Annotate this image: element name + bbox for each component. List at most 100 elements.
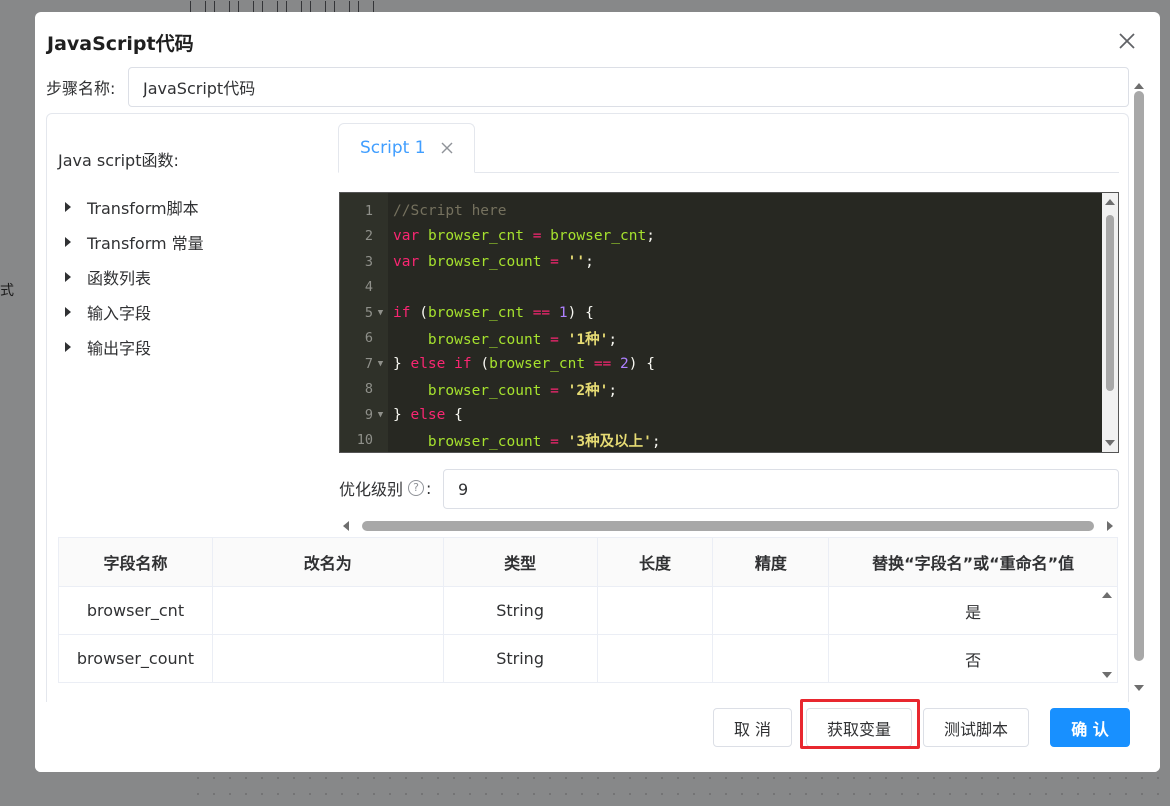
fold-arrow-icon[interactable]: ▼ bbox=[373, 410, 388, 420]
code-text: browser_count = '2种'; bbox=[427, 382, 618, 399]
column-header: 替换“字段名”或“重命名”值 bbox=[828, 537, 1118, 587]
help-icon[interactable]: ? bbox=[408, 480, 425, 496]
horizontal-scrollbar[interactable] bbox=[343, 519, 1113, 533]
scroll-down-icon[interactable] bbox=[1102, 672, 1112, 678]
tree-item-function-list[interactable]: 函数列表 bbox=[65, 259, 204, 294]
code-line: 3 var browser_count = ''; bbox=[340, 249, 1100, 275]
close-icon bbox=[1119, 33, 1135, 49]
tree-item-label: 输入字段 bbox=[87, 303, 152, 323]
table-scrollbar[interactable] bbox=[1099, 586, 1115, 684]
editor-scrollbar[interactable] bbox=[1102, 193, 1118, 452]
tab-script-1[interactable]: Script 1 bbox=[338, 123, 475, 173]
scroll-thumb[interactable] bbox=[1134, 91, 1144, 661]
code-line: 1 //Script here bbox=[340, 198, 1100, 224]
tree-item-transform-script[interactable]: Transform脚本 bbox=[65, 189, 204, 224]
table-cell[interactable]: 是 bbox=[828, 586, 1118, 635]
table-cell[interactable] bbox=[712, 634, 830, 683]
line-number: 2 bbox=[364, 228, 373, 245]
line-number: 5 bbox=[364, 304, 373, 321]
tree-item-input-fields[interactable]: 输入字段 bbox=[65, 294, 204, 329]
tree-item-transform-constants[interactable]: Transform 常量 bbox=[65, 224, 204, 259]
column-header: 类型 bbox=[442, 537, 598, 587]
scroll-down-icon[interactable] bbox=[1134, 685, 1144, 691]
line-number: 3 bbox=[364, 253, 373, 270]
tree-item-label: Transform 常量 bbox=[87, 233, 204, 253]
functions-title: Java script函数: bbox=[58, 151, 179, 170]
table-cell[interactable] bbox=[596, 634, 714, 683]
column-header: 精度 bbox=[712, 537, 830, 587]
table-header-row: 字段名称 改名为 类型 长度 精度 替换“字段名”或“重命名”值 bbox=[58, 537, 1118, 587]
code-line: 9 ▼ } else { bbox=[340, 402, 1100, 428]
table-cell[interactable] bbox=[712, 586, 830, 635]
optimize-level-input[interactable] bbox=[443, 469, 1119, 509]
code-text: if (browser_cnt == 1) { bbox=[393, 304, 594, 321]
caret-right-icon bbox=[65, 271, 71, 282]
confirm-button[interactable]: 确 认 bbox=[1050, 708, 1130, 747]
table-cell[interactable]: String bbox=[442, 586, 598, 635]
scroll-thumb[interactable] bbox=[362, 521, 1094, 531]
line-number: 4 bbox=[364, 279, 373, 296]
code-line: 2 var browser_cnt = browser_cnt; bbox=[340, 224, 1100, 250]
table-cell[interactable] bbox=[211, 634, 444, 683]
code-line: 5 ▼ if (browser_cnt == 1) { bbox=[340, 300, 1100, 326]
line-number: 6 bbox=[364, 330, 373, 347]
tree-item-label: Transform脚本 bbox=[87, 198, 199, 218]
caret-right-icon bbox=[65, 341, 71, 352]
step-name-row: 步骤名称: bbox=[46, 67, 1129, 107]
fold-arrow-icon[interactable]: ▼ bbox=[373, 359, 388, 369]
code-line: 10 browser_count = '3种及以上'; bbox=[340, 428, 1100, 453]
script-panel: Java script函数: Transform脚本 Transform 常量 … bbox=[46, 113, 1129, 713]
caret-right-icon bbox=[65, 306, 71, 317]
dialog-title: JavaScript代码 bbox=[47, 33, 194, 55]
table-cell[interactable]: browser_count bbox=[58, 634, 213, 683]
get-variables-button[interactable]: 获取变量 bbox=[806, 708, 912, 747]
line-number: 7 bbox=[364, 355, 373, 372]
scroll-up-icon[interactable] bbox=[1105, 199, 1115, 205]
cancel-button[interactable]: 取 消 bbox=[713, 708, 792, 747]
step-name-input[interactable] bbox=[128, 67, 1129, 107]
step-name-label: 步骤名称: bbox=[46, 79, 116, 98]
tree-item-label: 函数列表 bbox=[87, 268, 152, 288]
code-text: browser_count = '3种及以上'; bbox=[427, 433, 661, 450]
code-line: 6 browser_count = '1种'; bbox=[340, 326, 1100, 352]
code-line: 7 ▼ } else if (browser_cnt == 2) { bbox=[340, 351, 1100, 377]
scroll-right-icon[interactable] bbox=[1107, 521, 1113, 531]
code-line: 8 browser_count = '2种'; bbox=[340, 377, 1100, 403]
tab-label: Script 1 bbox=[360, 138, 426, 158]
fold-arrow-icon[interactable]: ▼ bbox=[373, 308, 388, 318]
table-cell[interactable]: String bbox=[442, 634, 598, 683]
scroll-left-icon[interactable] bbox=[343, 521, 349, 531]
table-cell[interactable]: 否 bbox=[828, 634, 1118, 683]
table-row[interactable]: browser_count String 否 bbox=[58, 634, 1118, 683]
column-header: 字段名称 bbox=[58, 537, 213, 587]
scroll-down-icon[interactable] bbox=[1105, 440, 1115, 446]
table-row[interactable]: browser_cnt String 是 bbox=[58, 586, 1118, 635]
javascript-dialog: JavaScript代码 步骤名称: Java script函数: Transf… bbox=[35, 12, 1160, 772]
code-editor[interactable]: 1 //Script here 2 var browser_cnt = brow… bbox=[339, 192, 1119, 453]
line-number: 9 bbox=[364, 406, 373, 423]
scroll-thumb[interactable] bbox=[1106, 215, 1114, 391]
close-button[interactable] bbox=[1116, 30, 1138, 52]
column-header: 长度 bbox=[596, 537, 714, 587]
scroll-up-icon[interactable] bbox=[1134, 83, 1144, 89]
optimize-label-text: 优化级别 bbox=[339, 480, 404, 499]
table-cell[interactable] bbox=[596, 586, 714, 635]
caret-right-icon bbox=[65, 236, 71, 247]
code-text: } else if (browser_cnt == 2) { bbox=[393, 355, 655, 372]
code-text: browser_count = '1种'; bbox=[427, 331, 618, 348]
tree-item-label: 输出字段 bbox=[87, 338, 152, 358]
dialog-footer: 取 消 获取变量 测试脚本 确 认 bbox=[35, 699, 1160, 772]
tree-item-output-fields[interactable]: 输出字段 bbox=[65, 329, 204, 364]
scroll-up-icon[interactable] bbox=[1102, 592, 1112, 598]
dialog-scrollbar[interactable] bbox=[1131, 77, 1147, 697]
table-cell[interactable] bbox=[211, 586, 444, 635]
tab-close-icon[interactable] bbox=[440, 141, 454, 155]
table-cell[interactable]: browser_cnt bbox=[58, 586, 213, 635]
code-text: //Script here bbox=[393, 202, 507, 219]
test-script-button[interactable]: 测试脚本 bbox=[923, 708, 1029, 747]
functions-tree: Transform脚本 Transform 常量 函数列表 输入字段 输出字段 bbox=[65, 189, 204, 364]
column-header: 改名为 bbox=[211, 537, 444, 587]
optimize-level-label: 优化级别 ? : bbox=[339, 476, 431, 500]
code-text: var browser_count = ''; bbox=[393, 253, 594, 270]
line-number: 10 bbox=[356, 432, 373, 449]
